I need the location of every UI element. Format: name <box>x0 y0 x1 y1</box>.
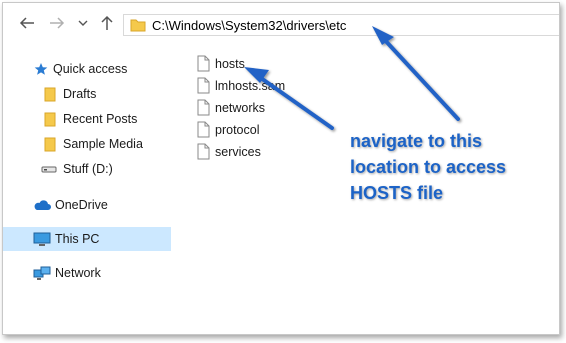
computer-icon <box>33 231 51 247</box>
file-name: networks <box>215 101 266 115</box>
up-arrow-icon[interactable] <box>97 13 117 33</box>
sidebar-item-label: Network <box>55 266 101 280</box>
file-icon <box>197 77 210 97</box>
sidebar-item-this-pc[interactable]: This PC <box>3 227 171 251</box>
folder-icon <box>43 136 57 152</box>
address-path[interactable]: C:\Windows\System32\drivers\etc <box>152 18 346 33</box>
sidebar-item-onedrive[interactable]: OneDrive <box>3 193 171 217</box>
sidebar-item-label: OneDrive <box>55 198 108 212</box>
annotation-line: location to access <box>350 157 507 177</box>
sidebar-item-label: Quick access <box>53 62 128 76</box>
file-icon <box>197 121 210 141</box>
sidebar-item-label: This PC <box>55 232 100 246</box>
sidebar-item-recent-posts[interactable]: Recent Posts <box>3 107 171 131</box>
navigation-pane: Quick access Drafts Recent Posts Sample … <box>3 51 173 334</box>
sidebar-item-label: Drafts <box>63 87 97 101</box>
folder-icon <box>43 86 57 102</box>
file-name: protocol <box>215 123 260 137</box>
folder-icon <box>43 111 57 127</box>
recent-locations-dropdown-icon[interactable] <box>73 13 93 33</box>
network-icon <box>33 265 51 281</box>
file-icon <box>197 143 210 163</box>
annotation-text: navigate to this location to access HOST… <box>350 128 550 206</box>
star-icon <box>33 61 49 77</box>
sidebar-item-quick-access[interactable]: Quick access <box>3 57 171 81</box>
sidebar-item-label: Recent Posts <box>63 112 138 126</box>
sidebar-item-sample-media[interactable]: Sample Media <box>3 132 171 156</box>
navigation-bar: C:\Windows\System32\drivers\etc <box>3 3 559 43</box>
sidebar-item-drafts[interactable]: Drafts <box>3 82 171 106</box>
cloud-icon <box>33 197 51 213</box>
sidebar-item-label: Stuff (D:) <box>63 162 113 176</box>
forward-arrow-icon[interactable] <box>47 13 67 33</box>
sidebar-item-label: Sample Media <box>63 137 143 151</box>
annotation-line: navigate to this <box>350 131 483 151</box>
sidebar-item-network[interactable]: Network <box>3 261 171 285</box>
annotation-line: HOSTS file <box>350 183 444 203</box>
sidebar-item-stuff-drive[interactable]: Stuff (D:) <box>3 157 171 181</box>
file-name: services <box>215 145 261 159</box>
file-icon <box>197 55 210 75</box>
back-arrow-icon[interactable] <box>17 13 37 33</box>
file-name: hosts <box>215 57 245 71</box>
address-bar[interactable]: C:\Windows\System32\drivers\etc <box>123 14 559 37</box>
file-icon <box>197 99 210 119</box>
folder-icon <box>130 18 146 37</box>
file-name: lmhosts.sam <box>215 79 286 93</box>
drive-icon <box>41 161 57 177</box>
